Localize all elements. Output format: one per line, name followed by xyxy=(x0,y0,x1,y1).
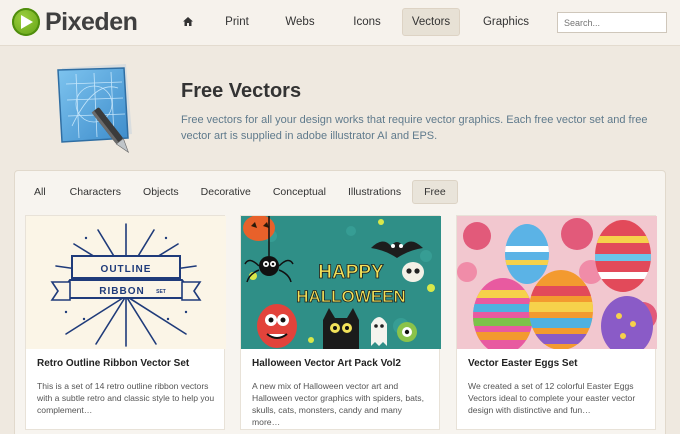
nav-icons[interactable]: Icons xyxy=(332,8,402,36)
card-description: We created a set of 12 colorful Easter E… xyxy=(468,381,636,415)
product-card[interactable]: Vector Easter Eggs Set We created a set … xyxy=(456,215,657,430)
retro-ribbon-thumbnail: OUTLINE RIBBON SET xyxy=(26,216,226,349)
nav-webs[interactable]: Webs xyxy=(268,8,332,36)
nav-vectors[interactable]: Vectors xyxy=(402,8,460,36)
page-description: Free vectors for all your design works t… xyxy=(181,114,648,142)
pixeden-logo[interactable]: Pixeden xyxy=(12,6,138,38)
halloween-thumbnail: HAPPY HALLOWEEN xyxy=(241,216,441,349)
card-title[interactable]: Halloween Vector Art Pack Vol2 xyxy=(252,358,401,369)
product-card[interactable]: HAPPY HALLOWEEN Halloween Vector Art Pac… xyxy=(240,215,441,430)
card-description: A new mix of Halloween vector art and Ha… xyxy=(252,381,424,427)
card-title[interactable]: Retro Outline Ribbon Vector Set xyxy=(37,358,189,369)
product-card[interactable]: OUTLINE RIBBON SET Retro Outline Ribbon … xyxy=(25,215,226,430)
search-input[interactable] xyxy=(557,12,667,33)
card-description: This is a set of 14 retro outline ribbon… xyxy=(37,381,215,415)
filter-illustrations[interactable]: Illustrations xyxy=(337,180,412,204)
top-navigation-bar: Pixeden Print Webs Icons Vectors Graphic… xyxy=(0,0,680,46)
logo-text: Pixeden xyxy=(45,7,138,36)
halloween-text-happy: HAPPY xyxy=(318,262,384,283)
logo-mark-icon xyxy=(12,8,40,36)
ribbon-text-outline: OUTLINE xyxy=(101,264,152,275)
filter-objects[interactable]: Objects xyxy=(132,180,190,204)
home-icon xyxy=(183,17,193,26)
filter-characters[interactable]: Characters xyxy=(59,180,132,204)
filter-all[interactable]: All xyxy=(14,180,59,204)
category-filters: All Characters Objects Decorative Concep… xyxy=(14,180,458,204)
main-nav: Print Webs Icons Vectors Graphics xyxy=(170,8,552,36)
nav-graphics[interactable]: Graphics xyxy=(460,8,552,36)
page-title: Free Vectors xyxy=(181,80,302,102)
vector-blueprint-pen-icon xyxy=(57,64,132,154)
nav-home[interactable] xyxy=(170,8,206,36)
ribbon-text-ribbon: RIBBON xyxy=(99,286,144,297)
card-title[interactable]: Vector Easter Eggs Set xyxy=(468,358,578,369)
filter-decorative[interactable]: Decorative xyxy=(190,180,262,204)
nav-print[interactable]: Print xyxy=(206,8,268,36)
filter-free[interactable]: Free xyxy=(412,180,458,204)
halloween-text-halloween: HALLOWEEN xyxy=(296,287,406,306)
filter-conceptual[interactable]: Conceptual xyxy=(262,180,337,204)
ribbon-text-set: SET xyxy=(156,289,166,295)
easter-eggs-thumbnail xyxy=(457,216,657,349)
